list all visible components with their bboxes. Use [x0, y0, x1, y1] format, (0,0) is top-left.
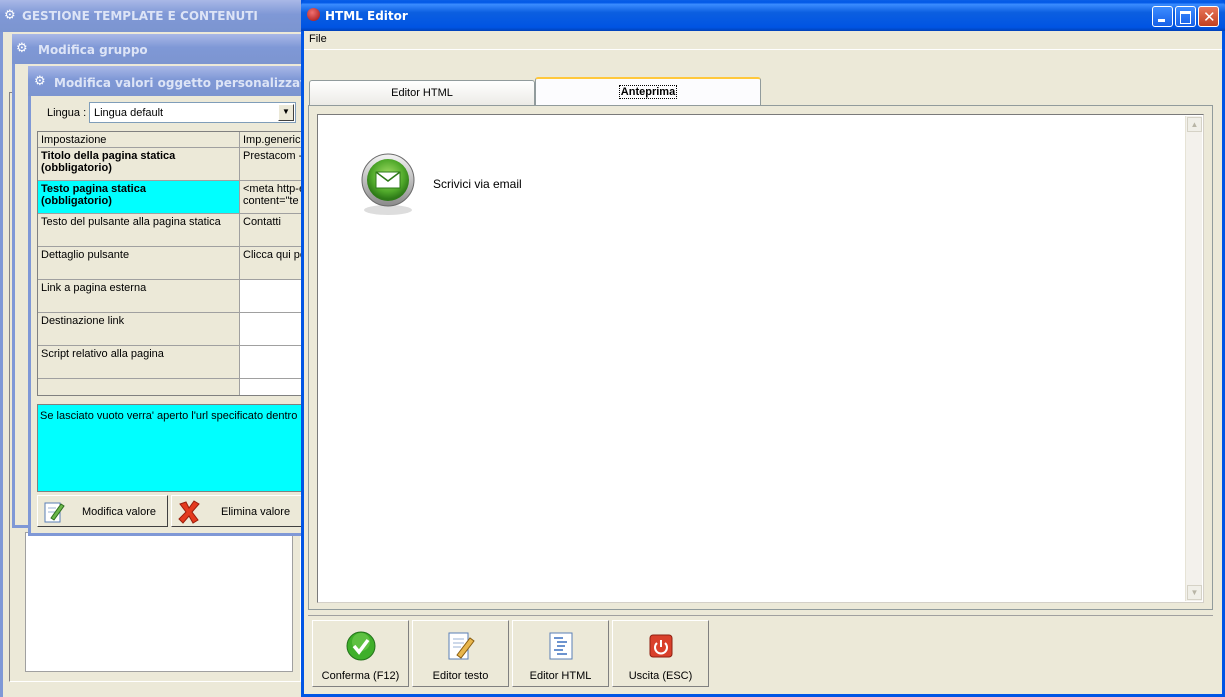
grid-row-setting[interactable]: Testo del pulsante alla pagina statica — [38, 214, 240, 247]
description-text: Se lasciato vuoto verra' aperto l'url sp… — [40, 410, 298, 422]
scroll-down-button[interactable]: ▼ — [1187, 585, 1202, 600]
lingua-label: Lingua : — [47, 107, 87, 119]
minimize-button[interactable] — [1152, 6, 1173, 27]
tab-editor-html-label: Editor HTML — [391, 87, 453, 99]
lingua-dropdown-button[interactable]: ▼ — [278, 104, 294, 121]
grid-row-setting[interactable]: Link a pagina esterna — [38, 280, 240, 313]
grid-row-value[interactable]: Prestacom - — [240, 148, 304, 181]
grid-row-value[interactable] — [240, 346, 304, 379]
text-editor-label: Editor testo — [432, 670, 489, 682]
maximize-icon — [1180, 11, 1191, 24]
settings-grid: Impostazione Imp.generica Titolo della p… — [37, 131, 305, 396]
bg-window-titlebar[interactable]: ⚙ GESTIONE TEMPLATE E CONTENUTI — [0, 0, 305, 32]
confirm-label: Conferma (F12) — [321, 670, 400, 682]
app-icon: ⚙ — [4, 8, 16, 23]
lingua-select-value: Lingua default — [94, 107, 164, 119]
tab-anteprima[interactable]: Anteprima — [535, 77, 761, 106]
grid-row-setting[interactable]: Dettaglio pulsante — [38, 247, 240, 280]
preview-pane[interactable]: Scrivici via email ▲ ▼ — [317, 114, 1204, 603]
html-editor-app-icon — [307, 8, 320, 21]
chevron-up-icon: ▲ — [1190, 120, 1199, 129]
edit-icon — [44, 502, 65, 523]
preview-text[interactable]: Scrivici via email — [433, 177, 522, 191]
tab-anteprima-label: Anteprima — [618, 85, 678, 99]
grid-row-setting[interactable]: Titolo della pagina statica (obbligatori… — [38, 148, 240, 181]
html-editor-label: Editor HTML — [529, 670, 592, 682]
tab-page: Scrivici via email ▲ ▼ — [308, 105, 1213, 610]
grid-row-setting[interactable]: Script relativo alla pagina — [38, 346, 240, 379]
tab-editor-html[interactable]: Editor HTML — [309, 80, 535, 105]
delete-value-button[interactable]: Elimina valore — [171, 495, 305, 527]
edit-value-button[interactable]: Modifica valore — [37, 495, 168, 527]
chevron-down-icon: ▼ — [282, 107, 290, 116]
html-editor-button[interactable]: Editor HTML — [512, 620, 609, 687]
grid-row-value[interactable]: Clicca qui pe — [240, 247, 304, 280]
grid-row-value[interactable] — [240, 313, 304, 346]
grid-empty-row — [38, 379, 240, 395]
maximize-button[interactable] — [1175, 6, 1196, 27]
text-edit-icon — [448, 632, 475, 660]
group-window-titlebar[interactable]: ⚙ Modifica gruppo — [12, 34, 305, 64]
delete-icon — [178, 500, 200, 524]
minimize-icon — [1158, 19, 1165, 22]
grid-header-setting[interactable]: Impostazione — [38, 132, 240, 148]
exit-button[interactable]: Uscita (ESC) — [612, 620, 709, 687]
close-button[interactable]: ✕ — [1198, 6, 1219, 27]
exit-label: Uscita (ESC) — [628, 670, 693, 682]
bg-window-title: GESTIONE TEMPLATE E CONTENUTI — [22, 9, 258, 23]
bg-list-area — [25, 532, 293, 672]
chevron-down-icon: ▼ — [1190, 588, 1199, 597]
email-icon — [352, 148, 424, 220]
description-panel: Se lasciato vuoto verra' aperto l'url sp… — [37, 404, 305, 492]
grid-header-value[interactable]: Imp.generica — [240, 132, 304, 148]
grid-row-value[interactable]: <meta http-e content="te — [240, 181, 304, 214]
custom-window-icon: ⚙ — [34, 74, 46, 89]
text-editor-button[interactable]: Editor testo — [412, 620, 509, 687]
grid-row-value[interactable] — [240, 280, 304, 313]
scroll-up-button[interactable]: ▲ — [1187, 117, 1202, 132]
edit-value-label: Modifica valore — [82, 506, 156, 518]
custom-window-titlebar[interactable]: ⚙ Modifica valori oggetto personalizzato — [28, 66, 314, 96]
confirm-button[interactable]: Conferma (F12) — [312, 620, 409, 687]
close-icon: ✕ — [1203, 8, 1216, 26]
menu-bar: File — [304, 31, 1222, 50]
custom-window-title: Modifica valori oggetto personalizzato — [54, 76, 315, 90]
html-editor-title: HTML Editor — [325, 9, 408, 23]
delete-value-label: Elimina valore — [221, 506, 291, 518]
menu-file[interactable]: File — [309, 33, 327, 45]
check-icon — [346, 631, 376, 661]
group-window-icon: ⚙ — [16, 41, 28, 56]
html-editor-titlebar[interactable]: HTML Editor ✕ — [301, 0, 1225, 31]
grid-row-setting[interactable]: Destinazione link — [38, 313, 240, 346]
power-icon — [649, 634, 673, 658]
lingua-select[interactable]: Lingua default ▼ — [89, 102, 296, 123]
grid-row-value[interactable]: Contatti — [240, 214, 304, 247]
group-window-title: Modifica gruppo — [38, 43, 148, 57]
html-edit-icon — [549, 632, 573, 660]
preview-scrollbar[interactable]: ▲ ▼ — [1185, 116, 1202, 601]
grid-row-setting-selected[interactable]: Testo pagina statica (obbligatorio) — [38, 181, 240, 214]
